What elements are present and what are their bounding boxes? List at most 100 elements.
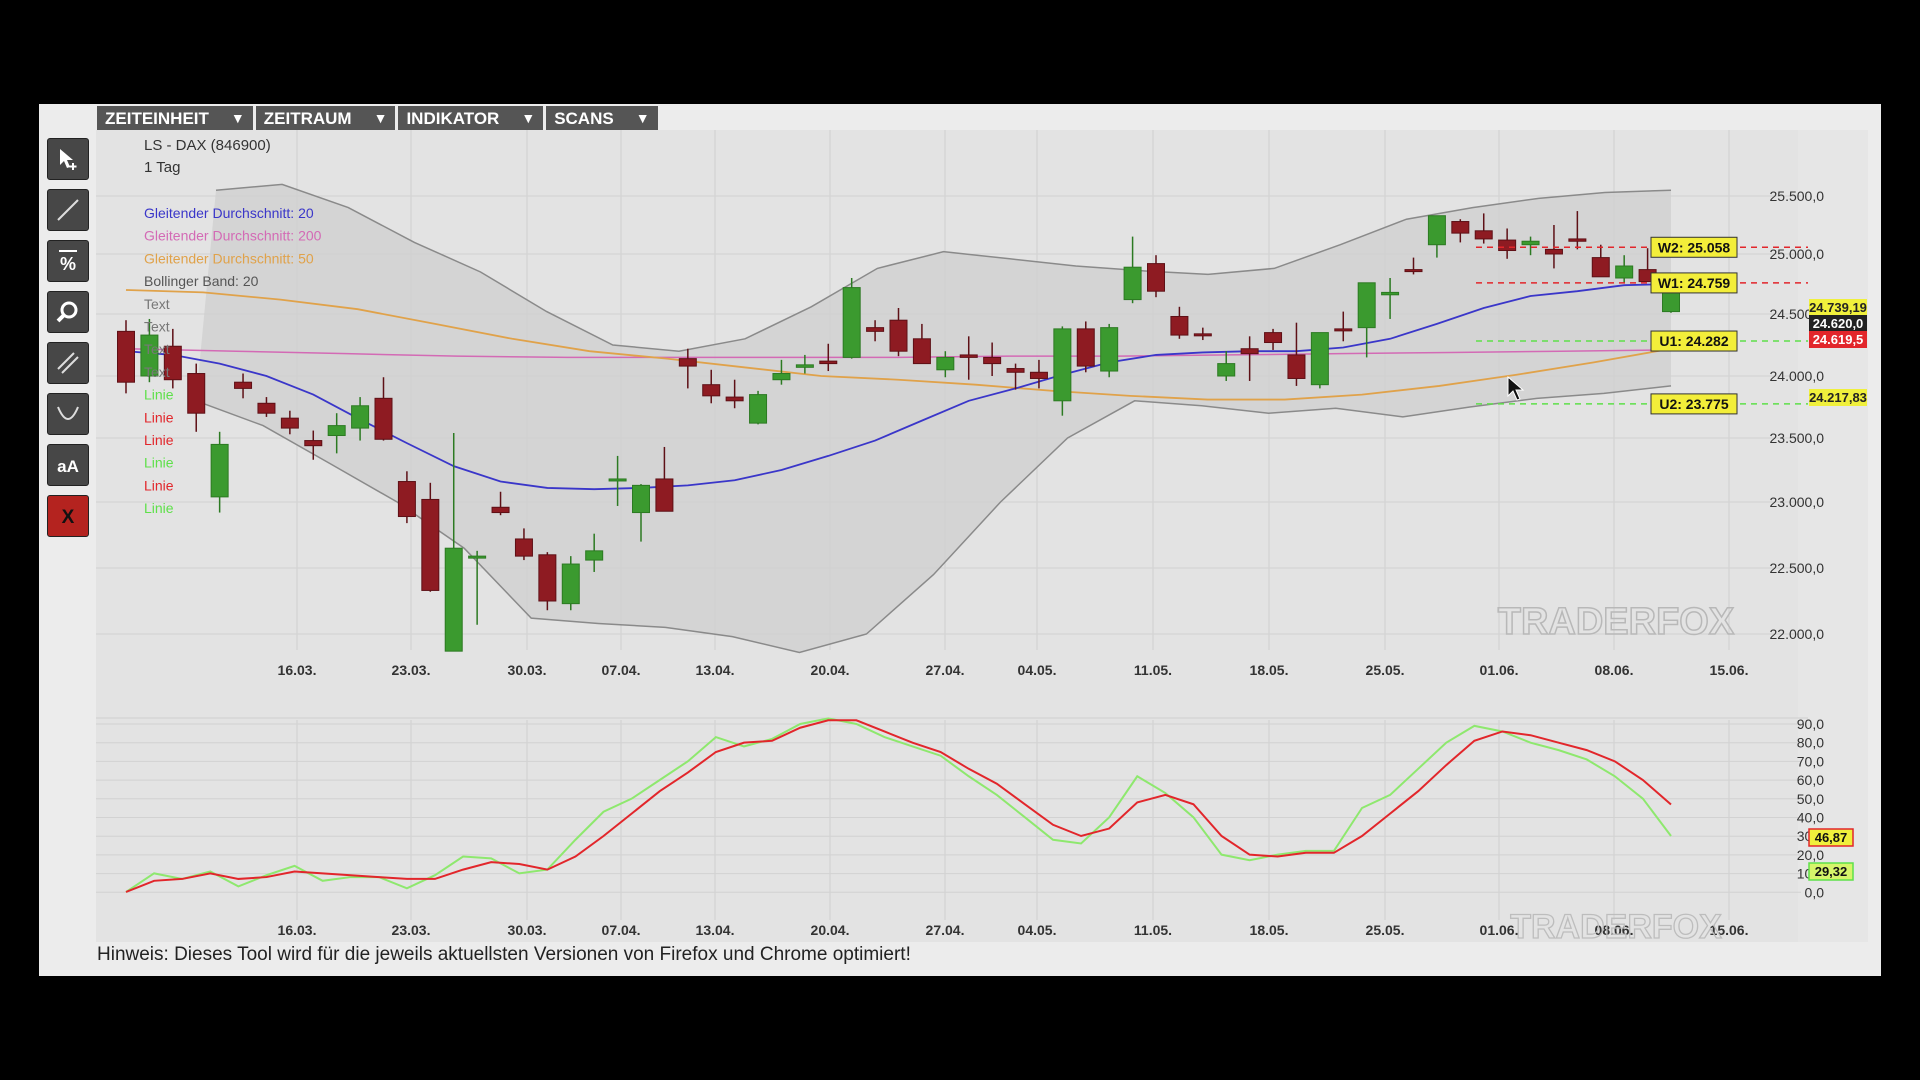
candle-body	[983, 356, 1002, 365]
candle-body	[1193, 333, 1212, 337]
candle	[1100, 323, 1119, 378]
legend-item: Gleitender Durchschnitt: 200	[144, 228, 322, 244]
candle	[1310, 332, 1329, 389]
osc-date-tick-label: 30.03.	[508, 922, 547, 938]
osc-date-tick-label: 07.04.	[602, 922, 641, 938]
line-tool-button[interactable]	[47, 189, 89, 231]
line-tool-icon	[57, 199, 79, 221]
delete-tool-icon: X	[62, 507, 75, 528]
date-tick-label: 07.04.	[602, 662, 641, 678]
candle-body	[468, 555, 487, 559]
osc-tick-label: 0,0	[1805, 884, 1825, 900]
svg-text:%: %	[60, 254, 76, 274]
candle-body	[819, 360, 838, 365]
candle-body	[234, 381, 253, 389]
zoom-tool-button[interactable]	[47, 291, 89, 333]
date-tick-label: 13.04.	[696, 662, 735, 678]
price-chart-svg[interactable]: 25.500,025.000,024.500,024.000,023.500,0…	[96, 130, 1868, 942]
date-tick-label: 11.05.	[1134, 662, 1172, 678]
candle	[117, 320, 135, 394]
level-label: W2: 25.058	[1650, 236, 1738, 258]
price-tick-label: 22.000,0	[1770, 626, 1825, 642]
legend-item: Gleitender Durchschnitt: 50	[144, 250, 314, 266]
candle-body	[1427, 215, 1446, 246]
price-tag: 24.739,19	[1809, 299, 1867, 316]
legend-item: Text	[144, 319, 170, 335]
osc-tick-label: 50,0	[1797, 791, 1824, 807]
candle-body	[772, 373, 791, 381]
candle-body	[1100, 327, 1119, 372]
text-tool-button[interactable]: aA	[47, 444, 89, 486]
price-tag-text: 24.739,19	[1809, 300, 1867, 315]
curve-tool-button[interactable]	[47, 393, 89, 435]
legend-item: Text	[144, 341, 170, 357]
candle-body	[1474, 230, 1493, 240]
dropdown-arrow-icon: ▼	[521, 110, 536, 126]
menu-zeiteinheit[interactable]: ZEITEINHEIT ▼	[97, 106, 253, 131]
candle-body	[187, 373, 206, 414]
parallel-lines-tool-icon	[57, 352, 79, 374]
candle-body	[749, 394, 768, 424]
level-label-text: W2: 25.058	[1658, 239, 1731, 255]
percent-tool-button[interactable]: %	[47, 240, 89, 282]
candle-body	[280, 417, 299, 429]
legend-item: Text	[144, 296, 170, 312]
delete-tool-button[interactable]: X	[47, 495, 89, 537]
candle-body	[959, 354, 978, 358]
menu-indikator[interactable]: INDIKATOR ▼	[398, 106, 544, 131]
drawing-toolbar: % aA X	[47, 138, 91, 546]
legend-item: Linie	[144, 432, 174, 448]
candle-body	[936, 356, 955, 371]
legend-title: LS - DAX (846900)	[144, 137, 271, 154]
candle-body	[1591, 257, 1610, 278]
date-tick-label: 25.05.	[1366, 662, 1405, 678]
price-tick-label: 25.000,0	[1770, 246, 1825, 262]
menu-zeitraum[interactable]: ZEITRAUM ▼	[255, 106, 396, 131]
curve-tool-icon	[57, 406, 79, 420]
price-tick-label: 23.500,0	[1770, 430, 1825, 446]
candle-body	[678, 358, 697, 367]
candle-body	[257, 402, 276, 414]
watermark-logo: TRADERFOX	[1510, 908, 1722, 942]
candle-body	[1147, 263, 1165, 292]
candle-body	[866, 327, 885, 332]
price-tick-label: 24.000,0	[1770, 368, 1825, 384]
candle-body	[608, 478, 627, 482]
candle-body	[632, 484, 650, 514]
cursor-tool-icon	[60, 149, 77, 170]
candle-body	[1006, 368, 1025, 373]
candle-body	[702, 384, 721, 397]
dropdown-arrow-icon: ▼	[230, 110, 245, 126]
chart-area[interactable]: 25.500,0 25.000,0 24.500,0 24.000,0 23.500,0…	[96, 130, 1868, 942]
date-tick-label: 18.05.	[1250, 662, 1289, 678]
dropdown-arrow-icon: ▼	[635, 110, 650, 126]
cursor-tool-button[interactable]	[47, 138, 89, 180]
percent-tool-icon: %	[59, 250, 77, 274]
osc-tick-label: 60,0	[1797, 772, 1824, 788]
osc-date-tick-label: 13.04.	[696, 922, 735, 938]
legend-item: Linie	[144, 500, 174, 516]
candle-body	[117, 330, 135, 383]
osc-date-tick-label: 04.05.	[1018, 922, 1057, 938]
menu-scans[interactable]: SCANS ▼	[546, 106, 658, 131]
date-tick-label: 08.06.	[1595, 662, 1634, 678]
level-label-text: W1: 24.759	[1658, 275, 1731, 291]
legend-item: Linie	[144, 387, 174, 403]
level-label: U1: 24.282	[1650, 330, 1738, 352]
candle-body	[514, 538, 533, 557]
candle-body	[655, 478, 674, 512]
candle-body	[1287, 354, 1306, 379]
candle-body	[1029, 371, 1048, 379]
candle-body	[1310, 332, 1329, 386]
price-tick-label: 23.000,0	[1770, 494, 1825, 510]
svg-text:X: X	[62, 507, 75, 528]
candle-body	[327, 425, 346, 437]
candle	[749, 390, 768, 425]
osc-tag-text: 29,32	[1815, 864, 1848, 879]
parallel-lines-tool-button[interactable]	[47, 342, 89, 384]
candle-body	[1076, 328, 1095, 367]
candle-body	[585, 550, 604, 561]
date-tick-label: 01.06.	[1480, 662, 1519, 678]
price-tag-text: 24.619,5	[1813, 332, 1864, 347]
price-tag: 24.620,0	[1809, 315, 1867, 332]
